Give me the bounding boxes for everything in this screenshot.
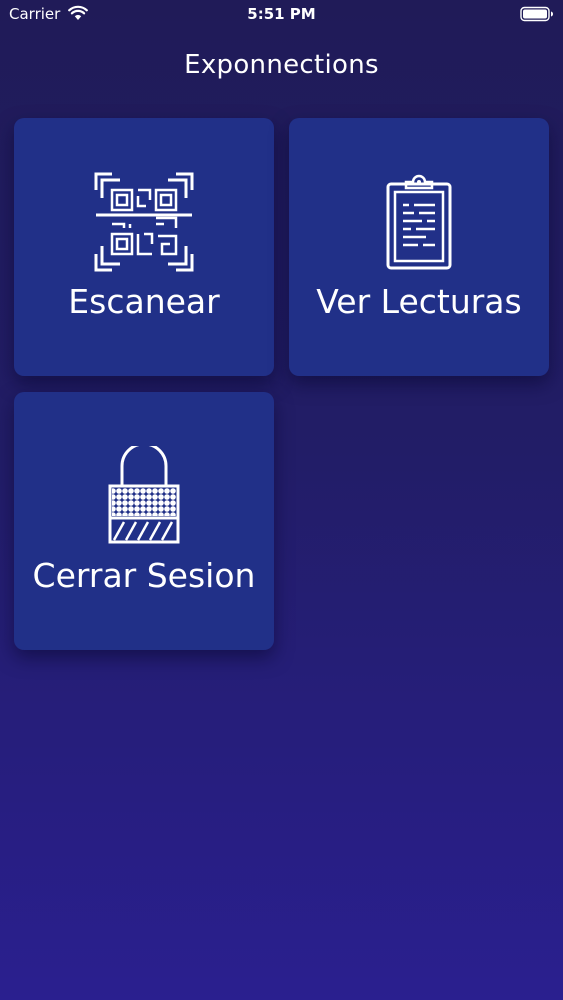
readings-tile-button[interactable]: Ver Lecturas [289,118,549,376]
logout-label: Cerrar Sesion [32,556,256,595]
lock-icon [108,446,180,544]
clipboard-icon [386,174,452,270]
qr-scan-icon [94,172,194,272]
readings-label: Ver Lecturas [316,282,522,321]
status-bar: Carrier 5:51 PM [0,0,563,30]
scan-tile-button[interactable]: Escanear [14,118,274,376]
page-title: Exponnections [184,50,379,80]
battery-icon [520,6,553,22]
scan-label: Escanear [68,282,220,321]
status-time: 5:51 PM [247,5,316,23]
logout-tile-button[interactable]: Cerrar Sesion [14,392,274,650]
